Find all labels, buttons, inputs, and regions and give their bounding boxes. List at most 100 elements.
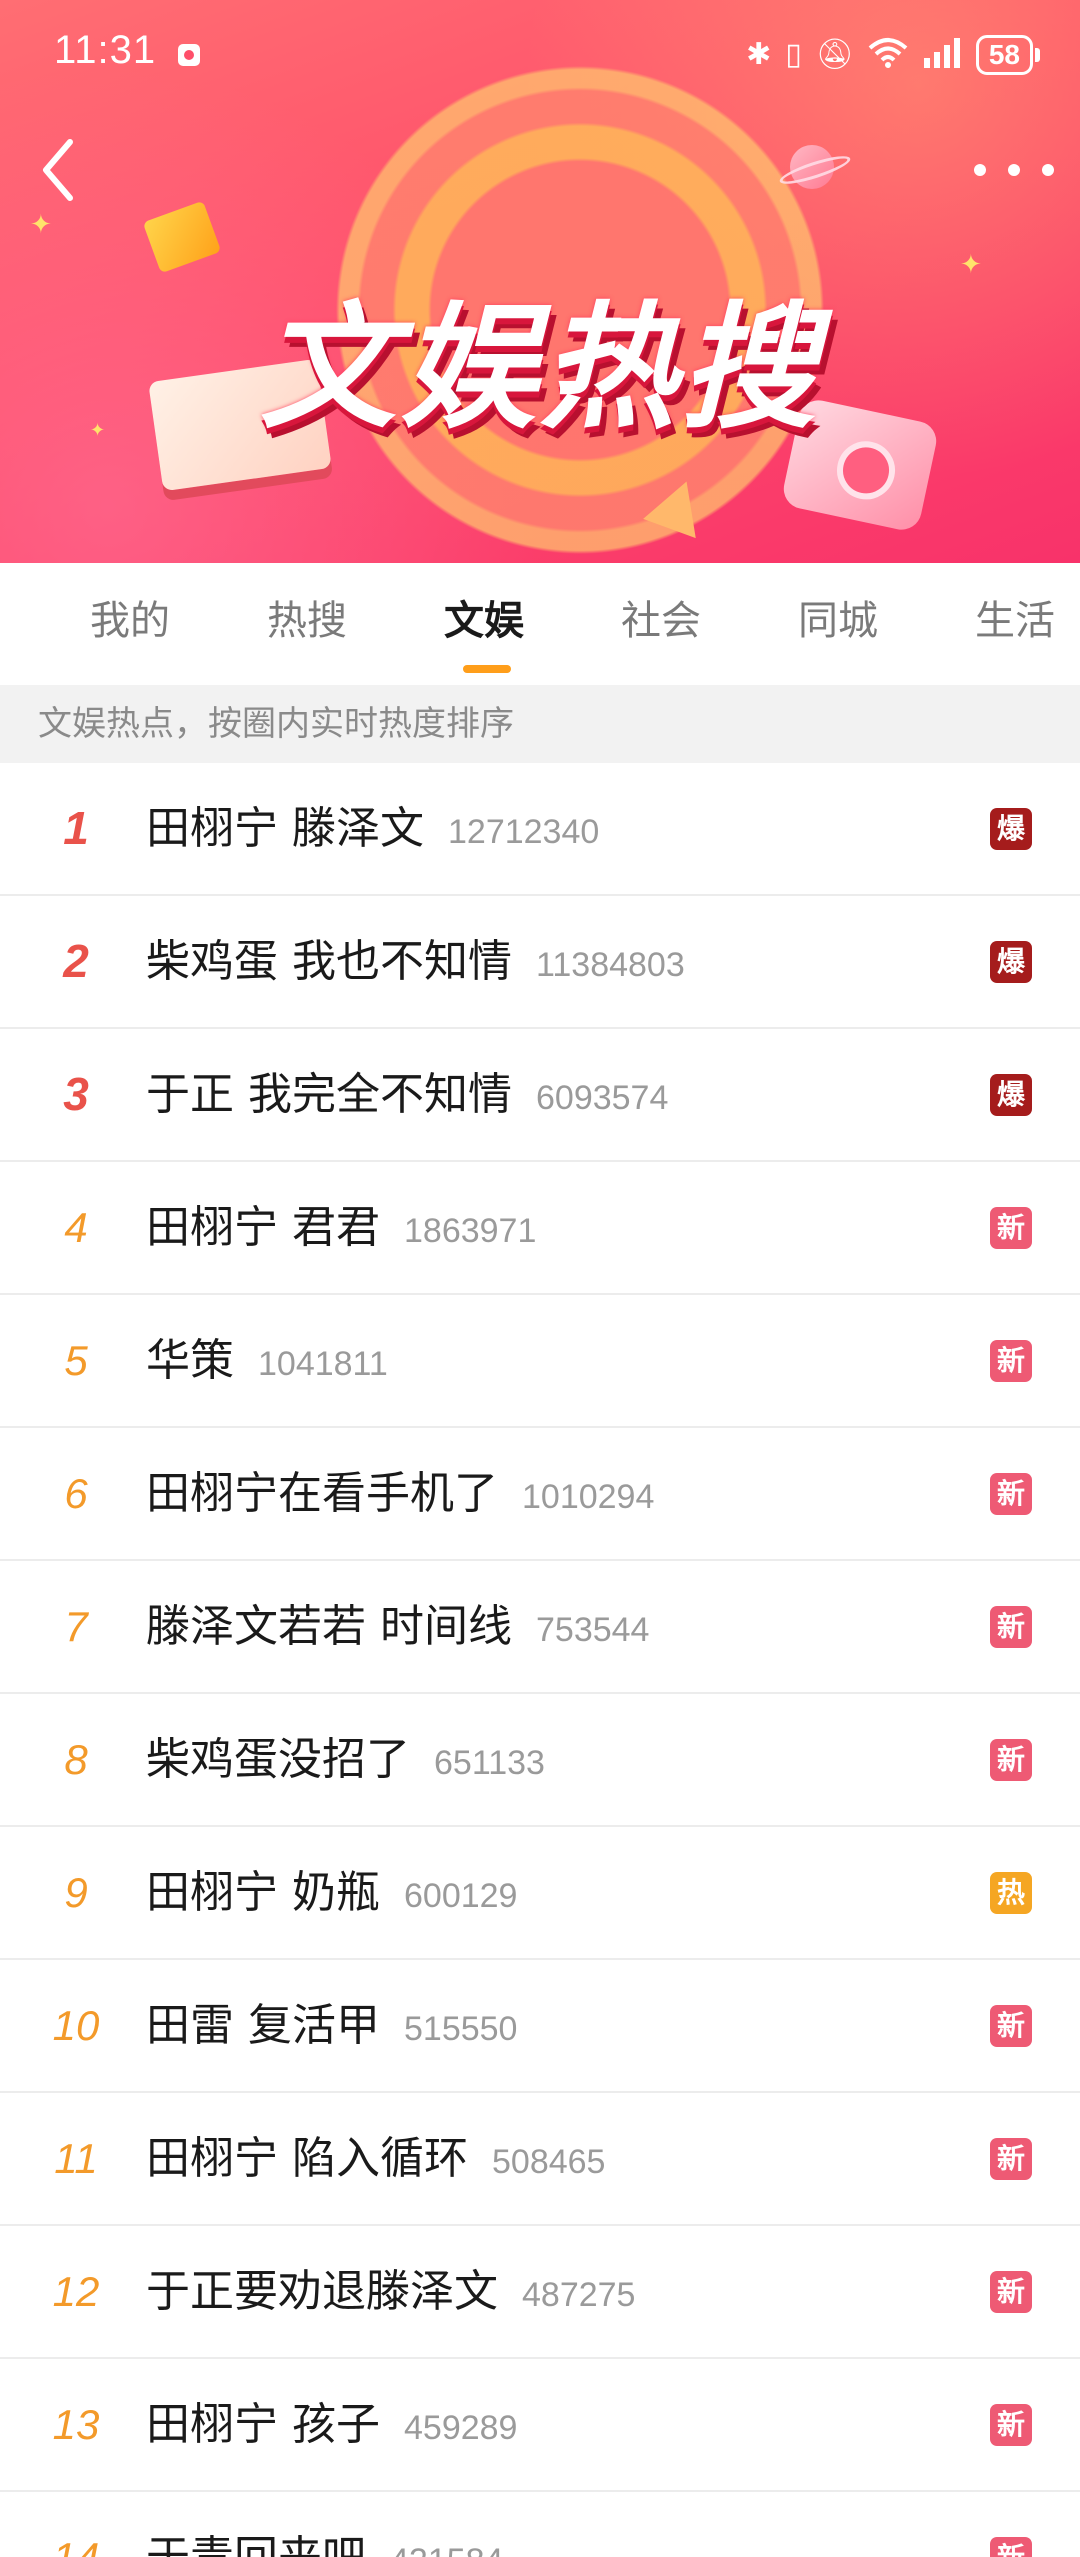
heat-count: 508465 (492, 2143, 606, 2181)
rank-number: 2 (63, 935, 89, 987)
rank-number: 5 (64, 1337, 88, 1384)
list-item[interactable]: 7 滕泽文若若 时间线 753544 新 (0, 1561, 1080, 1694)
battery-level: 58 (975, 35, 1033, 75)
rank-number: 10 (52, 2002, 100, 2049)
tab-entertainment[interactable]: 文娱 (444, 591, 524, 651)
list-item[interactable]: 4 田栩宁 君君 1863971 新 (0, 1162, 1080, 1295)
wifi-icon (868, 36, 908, 74)
item-title: 滕泽文若若 时间线 (146, 1601, 512, 1652)
rank-number: 13 (52, 2401, 100, 2448)
item-title-wrap: 田雷 复活甲 515550 (146, 1960, 517, 2091)
bluetooth-icon: ✱ (746, 37, 772, 72)
rank-number: 6 (64, 1470, 88, 1517)
more-options-button[interactable] (974, 140, 1054, 200)
heat-count: 12712340 (448, 813, 600, 851)
status-time: 11:31 (54, 28, 157, 72)
item-title-wrap: 柴鸡蛋没招了 651133 (146, 1694, 545, 1825)
item-title-wrap: 于青回来吧 421584 (146, 2492, 503, 2557)
more-dots-icon (1042, 164, 1054, 176)
list-item[interactable]: 1 田栩宁 滕泽文 12712340 爆 (0, 763, 1080, 896)
list-item[interactable]: 13 田栩宁 孩子 459289 新 (0, 2359, 1080, 2492)
item-title-wrap: 柴鸡蛋 我也不知情 11384803 (146, 896, 685, 1027)
item-title-wrap: 于正 我完全不知情 6093574 (146, 1029, 668, 1160)
list-item[interactable]: 12 于正要劝退滕泽文 487275 新 (0, 2226, 1080, 2359)
status-badge: 新 (990, 1207, 1032, 1249)
list-item[interactable]: 14 于青回来吧 421584 新 (0, 2492, 1080, 2557)
back-button[interactable] (28, 130, 88, 210)
tab-mine[interactable]: 我的 (90, 591, 170, 651)
item-title: 田栩宁 滕泽文 (146, 803, 424, 854)
item-title-wrap: 田栩宁 孩子 459289 (146, 2359, 517, 2490)
status-badge: 热 (990, 1872, 1032, 1914)
rank-number: 4 (64, 1204, 88, 1251)
item-title: 田栩宁在看手机了 (146, 1468, 498, 1519)
list-item[interactable]: 5 华策 1041811 新 (0, 1295, 1080, 1428)
category-tabs: 我的 热搜 文娱 社会 同城 生活 (0, 563, 1080, 685)
tab-local[interactable]: 同城 (798, 591, 878, 651)
item-title: 田栩宁 孩子 (146, 2399, 380, 2450)
vibrate-icon: ▯ (785, 37, 802, 72)
item-title-wrap: 田栩宁 陷入循环 508465 (146, 2093, 605, 2224)
heat-count: 1041811 (258, 1345, 388, 1383)
status-icons: ✱ ▯ 🔕︎ 58 (746, 30, 1040, 80)
item-title-wrap: 田栩宁 奶瓶 600129 (146, 1827, 517, 1958)
heat-count: 487275 (522, 2276, 636, 2314)
rank-number: 11 (54, 2135, 98, 2182)
heat-count: 515550 (404, 2010, 518, 2048)
status-badge: 新 (990, 1739, 1032, 1781)
item-title: 于正 我完全不知情 (146, 1069, 512, 1120)
item-title-wrap: 滕泽文若若 时间线 753544 (146, 1561, 649, 1692)
list-item[interactable]: 8 柴鸡蛋没招了 651133 新 (0, 1694, 1080, 1827)
item-title-wrap: 田栩宁 君君 1863971 (146, 1162, 536, 1293)
status-badge: 爆 (990, 1074, 1032, 1116)
item-title-wrap: 于正要劝退滕泽文 487275 (146, 2226, 635, 2357)
list-item[interactable]: 6 田栩宁在看手机了 1010294 新 (0, 1428, 1080, 1561)
status-badge: 新 (990, 2005, 1032, 2047)
item-title: 田栩宁 君君 (146, 1202, 380, 1253)
tab-society[interactable]: 社会 (621, 591, 701, 651)
heat-count: 753544 (536, 1611, 650, 1649)
more-dots-icon (974, 164, 986, 176)
planet-decoration (790, 145, 834, 189)
signal-icon (922, 36, 962, 74)
heat-count: 651133 (434, 1744, 545, 1782)
rank-number: 3 (63, 1068, 89, 1120)
rank-number: 12 (52, 2268, 100, 2315)
status-badge: 新 (990, 2537, 1032, 2557)
status-badge: 爆 (990, 808, 1032, 850)
battery-indicator: 58 (975, 35, 1040, 75)
tab-life[interactable]: 生活 (975, 591, 1055, 651)
header-banner: ✦ ✦ ✦ 11:31 ✱ ▯ 🔕︎ 58 文娱热搜 (0, 0, 1080, 563)
heat-count: 1863971 (404, 1212, 537, 1250)
chevron-left-icon (43, 139, 73, 201)
rank-number: 1 (63, 802, 89, 854)
list-item[interactable]: 11 田栩宁 陷入循环 508465 新 (0, 2093, 1080, 2226)
item-title: 田雷 复活甲 (146, 2000, 380, 2051)
status-badge: 新 (990, 2138, 1032, 2180)
item-title: 华策 (146, 1335, 234, 1386)
rank-number: 7 (64, 1603, 88, 1650)
item-title: 田栩宁 陷入循环 (146, 2133, 468, 2184)
item-title: 于正要劝退滕泽文 (146, 2266, 498, 2317)
status-badge: 新 (990, 2404, 1032, 2446)
item-title: 柴鸡蛋 我也不知情 (146, 936, 512, 987)
heat-count: 11384803 (536, 946, 685, 984)
list-item[interactable]: 2 柴鸡蛋 我也不知情 11384803 爆 (0, 896, 1080, 1029)
heat-count: 6093574 (536, 1079, 669, 1117)
status-bar: 11:31 ✱ ▯ 🔕︎ 58 (0, 0, 1080, 110)
item-title-wrap: 田栩宁在看手机了 1010294 (146, 1428, 654, 1559)
list-item[interactable]: 9 田栩宁 奶瓶 600129 热 (0, 1827, 1080, 1960)
item-title: 于青回来吧 (146, 2532, 366, 2557)
notification-icon (178, 44, 200, 66)
status-badge: 新 (990, 2271, 1032, 2313)
rank-number: 8 (64, 1736, 88, 1783)
battery-tip (1035, 48, 1040, 62)
rank-number: 9 (64, 1869, 88, 1916)
list-item[interactable]: 10 田雷 复活甲 515550 新 (0, 1960, 1080, 2093)
list-item[interactable]: 3 于正 我完全不知情 6093574 爆 (0, 1029, 1080, 1162)
item-title-wrap: 华策 1041811 (146, 1295, 388, 1426)
tab-hot-search[interactable]: 热搜 (267, 591, 347, 651)
heat-count: 600129 (404, 1877, 518, 1915)
mute-bell-icon: 🔕︎ (815, 37, 854, 72)
status-badge: 新 (990, 1473, 1032, 1515)
